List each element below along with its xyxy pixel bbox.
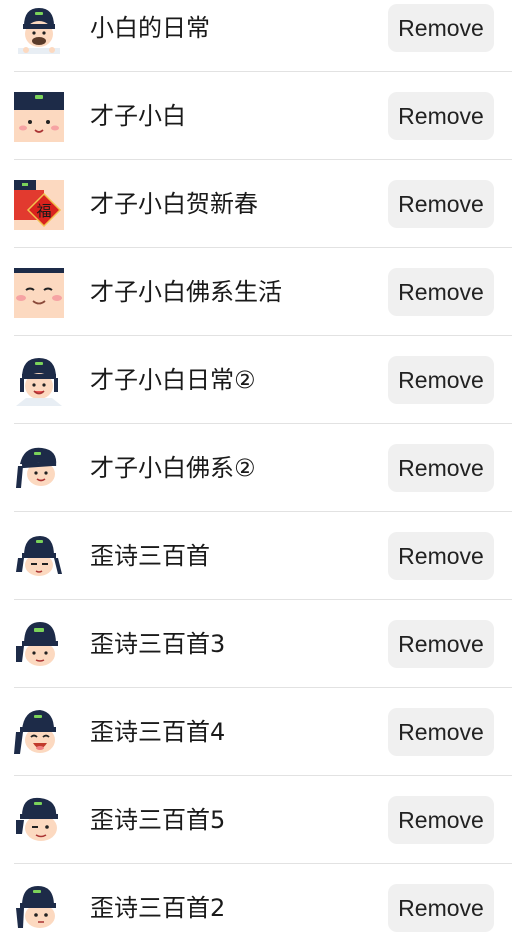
remove-button[interactable]: Remove <box>388 4 494 52</box>
list-item: 福 才子小白贺新春 Remove <box>0 160 512 248</box>
list-item: 歪诗三百首5 Remove <box>0 776 512 864</box>
scholar-face-icon <box>14 92 64 142</box>
remove-button[interactable]: Remove <box>388 180 494 228</box>
remove-button[interactable]: Remove <box>388 796 494 844</box>
list-item: 歪诗三百首 Remove <box>0 512 512 600</box>
sticker-pack-name: 歪诗三百首5 <box>90 806 226 834</box>
scholar-eating-icon <box>14 4 64 54</box>
poet-cap-icon <box>14 532 64 582</box>
list-item: 才子小白佛系② Remove <box>0 424 512 512</box>
sticker-pack-name: 才子小白贺新春 <box>90 190 258 218</box>
list-item: 歪诗三百首4 Remove <box>0 688 512 776</box>
sticker-pack-name: 小白的日常 <box>90 14 210 42</box>
sticker-pack-name: 歪诗三百首3 <box>90 630 226 658</box>
poet-cap-green-icon <box>14 620 64 670</box>
remove-button[interactable]: Remove <box>388 708 494 756</box>
scholar-hat-smile-icon <box>14 356 64 406</box>
list-item: 才子小白佛系生活 Remove <box>0 248 512 336</box>
sticker-pack-name: 才子小白日常② <box>90 366 256 394</box>
list-item: 歪诗三百首2 Remove <box>0 864 512 952</box>
remove-button[interactable]: Remove <box>388 444 494 492</box>
remove-button[interactable]: Remove <box>388 356 494 404</box>
sticker-pack-name: 才子小白佛系② <box>90 454 256 482</box>
list-item: 歪诗三百首3 Remove <box>0 600 512 688</box>
list-item: 小白的日常 Remove <box>0 0 512 72</box>
sticker-pack-name: 歪诗三百首4 <box>90 718 226 746</box>
scholar-tilted-hat-icon <box>14 444 64 494</box>
list-item: 才子小白日常② Remove <box>0 336 512 424</box>
poet-laughing-icon <box>14 708 64 758</box>
svg-text:福: 福 <box>36 202 51 220</box>
sticker-pack-name: 歪诗三百首2 <box>90 894 226 922</box>
remove-button[interactable]: Remove <box>388 884 494 932</box>
remove-button[interactable]: Remove <box>388 268 494 316</box>
scholar-fu-newyear-icon: 福 <box>14 180 64 230</box>
scholar-smiling-face-icon <box>14 268 64 318</box>
sticker-pack-name: 歪诗三百首 <box>90 542 210 570</box>
remove-button[interactable]: Remove <box>388 620 494 668</box>
poet-side-glance-icon <box>14 884 64 934</box>
remove-button[interactable]: Remove <box>388 532 494 580</box>
sticker-pack-name: 才子小白佛系生活 <box>90 278 282 306</box>
sticker-list: 小白的日常 Remove 才子小白 Remove 福 才子小白贺新春 Remov… <box>0 0 512 952</box>
poet-winking-icon <box>14 796 64 846</box>
list-item: 才子小白 Remove <box>0 72 512 160</box>
sticker-pack-name: 才子小白 <box>90 102 186 130</box>
remove-button[interactable]: Remove <box>388 92 494 140</box>
